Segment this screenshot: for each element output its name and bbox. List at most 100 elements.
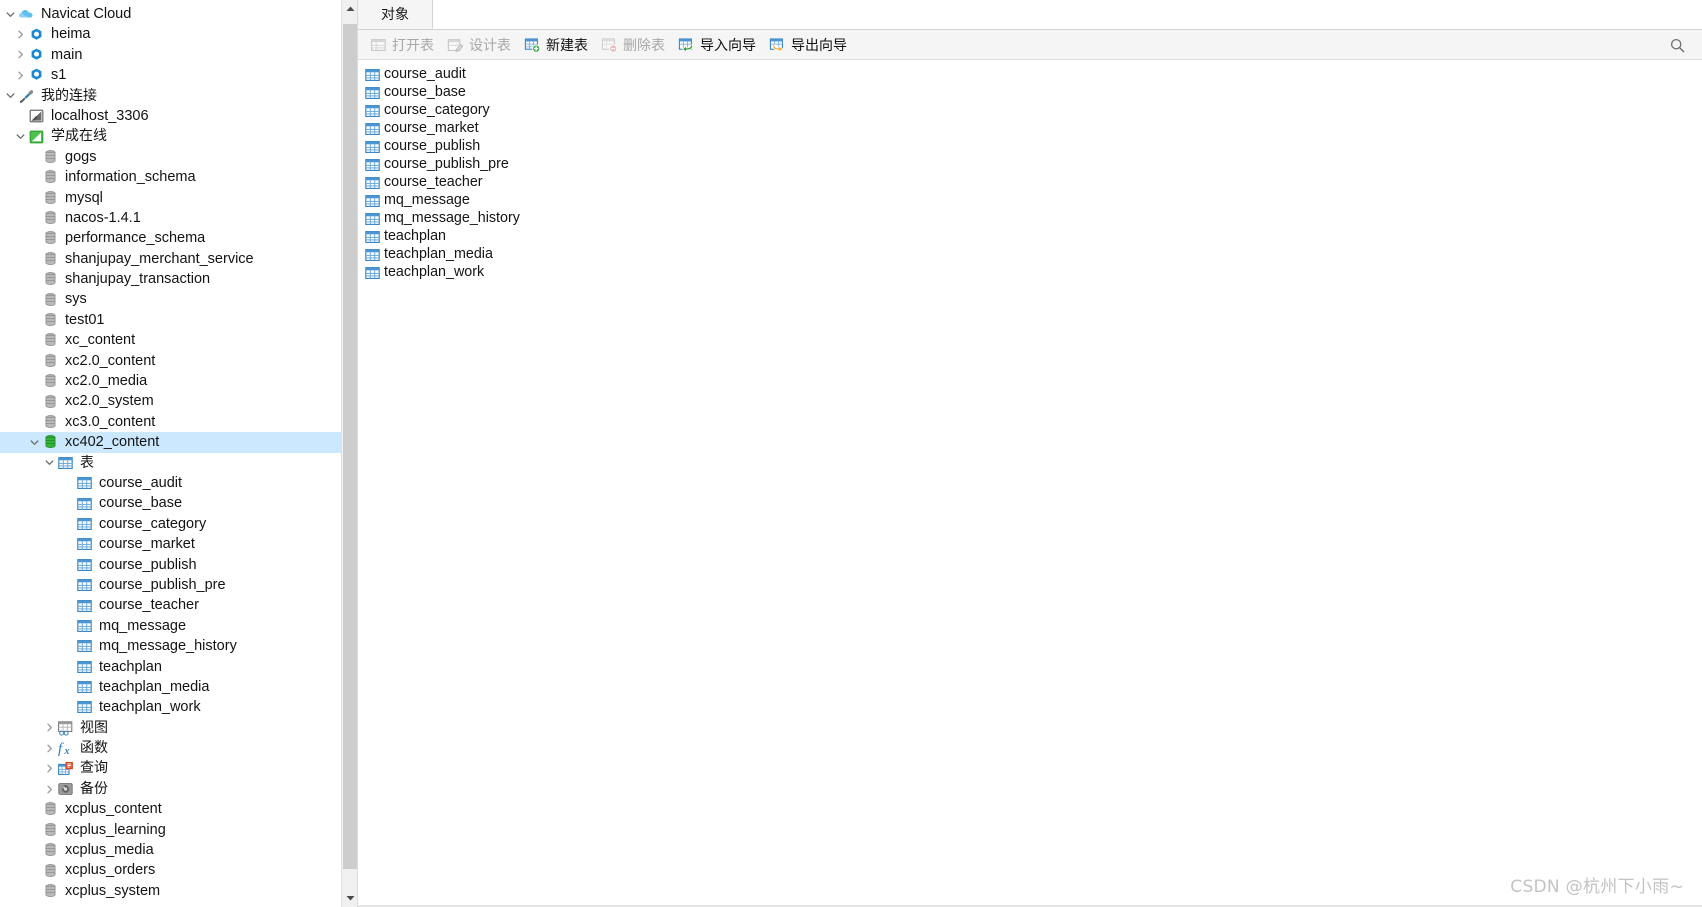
list-item[interactable]: course_audit <box>364 65 1702 83</box>
tree-node-course_publish_pre[interactable]: course_publish_pre <box>0 575 357 595</box>
tree-node-s1[interactable]: s1 <box>0 65 357 85</box>
table-icon <box>364 157 380 171</box>
tree-node-shanjupay_transaction[interactable]: shanjupay_transaction <box>0 269 357 289</box>
tab-strip-empty-area <box>433 0 1702 29</box>
design-table-icon <box>447 37 464 53</box>
tree-node-label: teachplan <box>99 658 162 675</box>
cloud-icon <box>18 6 35 22</box>
tree-node-information_schema[interactable]: information_schema <box>0 167 357 187</box>
tab-objects[interactable]: 对象 <box>358 0 433 29</box>
tree-node-label: xcplus_media <box>65 842 154 859</box>
tree-node-sys[interactable]: sys <box>0 289 357 309</box>
tree-node-mq_message_history[interactable]: mq_message_history <box>0 636 357 656</box>
delete-table-icon <box>601 37 618 53</box>
tree-node-xc402_content[interactable]: xc402_content <box>0 432 357 453</box>
tree-node-course_base[interactable]: course_base <box>0 493 357 513</box>
tree-node-mysql[interactable]: mysql <box>0 188 357 208</box>
tree-node-xcplus_learning[interactable]: xcplus_learning <box>0 820 357 840</box>
scroll-down-button[interactable] <box>342 889 357 907</box>
list-item[interactable]: course_publish <box>364 137 1702 155</box>
tree-node-label: xc402_content <box>65 434 160 451</box>
connection-tree[interactable]: Navicat Cloud heima main s1 我的连接 localho… <box>0 0 357 901</box>
tree-node-course_teacher[interactable]: course_teacher <box>0 595 357 615</box>
import-wizard-button[interactable]: 导入向导 <box>674 33 763 57</box>
tree-node-course_market[interactable]: course_market <box>0 534 357 554</box>
chevron-right-icon[interactable] <box>12 50 28 59</box>
tree-node-[interactable]: 备份 <box>0 779 357 799</box>
mysql-conn-green-icon <box>28 129 45 145</box>
list-item[interactable]: teachplan_media <box>364 245 1702 263</box>
chevron-down-icon[interactable] <box>12 132 28 141</box>
tree-node-[interactable]: 学成在线 <box>0 126 357 146</box>
chevron-right-icon[interactable] <box>12 30 28 39</box>
tree-node-[interactable]: 表 <box>0 453 357 473</box>
tree-node-gogs[interactable]: gogs <box>0 147 357 167</box>
chevron-down-icon[interactable] <box>26 438 42 447</box>
search-icon[interactable] <box>1666 34 1688 56</box>
list-item[interactable]: course_teacher <box>364 173 1702 191</box>
tree-node-xcplus_content[interactable]: xcplus_content <box>0 799 357 819</box>
tree-node-teachplan_media[interactable]: teachplan_media <box>0 677 357 697</box>
export-wizard-button[interactable]: 导出向导 <box>765 33 854 57</box>
tree-node-xc2.0_content[interactable]: xc2.0_content <box>0 351 357 371</box>
tree-node-test01[interactable]: test01 <box>0 310 357 330</box>
tree-node-label: teachplan_media <box>99 678 210 695</box>
tree-node-[interactable]: 查询 <box>0 758 357 778</box>
open-table-icon <box>370 37 387 53</box>
chevron-right-icon[interactable] <box>12 71 28 80</box>
tree-node-[interactable]: 我的连接 <box>0 86 357 106</box>
tree-node-performance_schema[interactable]: performance_schema <box>0 228 357 248</box>
tree-node-shanjupay_merchant_service[interactable]: shanjupay_merchant_service <box>0 249 357 269</box>
tree-node-NavicatCloud[interactable]: Navicat Cloud <box>0 4 357 24</box>
tree-node-localhost_3306[interactable]: localhost_3306 <box>0 106 357 126</box>
tree-node-[interactable]: f x 函数 <box>0 738 357 758</box>
object-toolbar: 打开表 设计表 新建表 删除表 导入向导 导出向导 <box>358 30 1702 60</box>
tree-node-course_category[interactable]: course_category <box>0 514 357 534</box>
tree-node-main[interactable]: main <box>0 45 357 65</box>
scrollbar-thumb[interactable] <box>343 24 357 869</box>
chevron-right-icon[interactable] <box>41 744 57 753</box>
chevron-right-icon[interactable] <box>41 723 57 732</box>
tree-node-xc3.0_content[interactable]: xc3.0_content <box>0 412 357 432</box>
tree-node-label: sys <box>65 291 87 308</box>
database-green-icon <box>42 434 59 450</box>
tree-node-label: xcplus_learning <box>65 821 166 838</box>
tree-node-xc_content[interactable]: xc_content <box>0 330 357 350</box>
chevron-right-icon[interactable] <box>41 764 57 773</box>
scroll-up-button[interactable] <box>342 0 357 18</box>
list-item[interactable]: teachplan <box>364 227 1702 245</box>
chevron-down-icon[interactable] <box>41 458 57 467</box>
list-item[interactable]: course_market <box>364 119 1702 137</box>
tree-node-xcplus_media[interactable]: xcplus_media <box>0 840 357 860</box>
tree-node-[interactable]: 视图 <box>0 718 357 738</box>
chevron-down-icon[interactable] <box>2 91 18 100</box>
list-item[interactable]: course_category <box>364 101 1702 119</box>
tree-node-teachplan[interactable]: teachplan <box>0 657 357 677</box>
tree-node-xc2.0_system[interactable]: xc2.0_system <box>0 391 357 411</box>
object-list[interactable]: course_audit course_base course_category <box>358 60 1702 907</box>
list-item[interactable]: course_publish_pre <box>364 155 1702 173</box>
tree-node-mq_message[interactable]: mq_message <box>0 616 357 636</box>
tree-node-nacos-1.4.1[interactable]: nacos-1.4.1 <box>0 208 357 228</box>
list-item[interactable]: teachplan_work <box>364 263 1702 281</box>
table-icon <box>76 557 93 573</box>
list-item[interactable]: mq_message <box>364 191 1702 209</box>
new-table-button[interactable]: 新建表 <box>520 33 595 57</box>
tree-node-teachplan_work[interactable]: teachplan_work <box>0 697 357 717</box>
chevron-down-icon[interactable] <box>2 10 18 19</box>
tree-node-label: 函数 <box>80 740 108 757</box>
sidebar-scrollbar[interactable] <box>341 0 357 907</box>
tree-node-heima[interactable]: heima <box>0 24 357 44</box>
tree-node-xc2.0_media[interactable]: xc2.0_media <box>0 371 357 391</box>
table-icon <box>364 265 380 279</box>
table-icon <box>76 598 93 614</box>
tree-node-xcplus_system[interactable]: xcplus_system <box>0 881 357 901</box>
list-item[interactable]: course_base <box>364 83 1702 101</box>
list-item[interactable]: mq_message_history <box>364 209 1702 227</box>
tree-node-course_publish[interactable]: course_publish <box>0 555 357 575</box>
chevron-right-icon[interactable] <box>41 785 57 794</box>
tree-node-xcplus_orders[interactable]: xcplus_orders <box>0 860 357 880</box>
tree-node-course_audit[interactable]: course_audit <box>0 473 357 493</box>
table-icon <box>364 247 380 261</box>
database-gray-icon <box>42 332 59 348</box>
